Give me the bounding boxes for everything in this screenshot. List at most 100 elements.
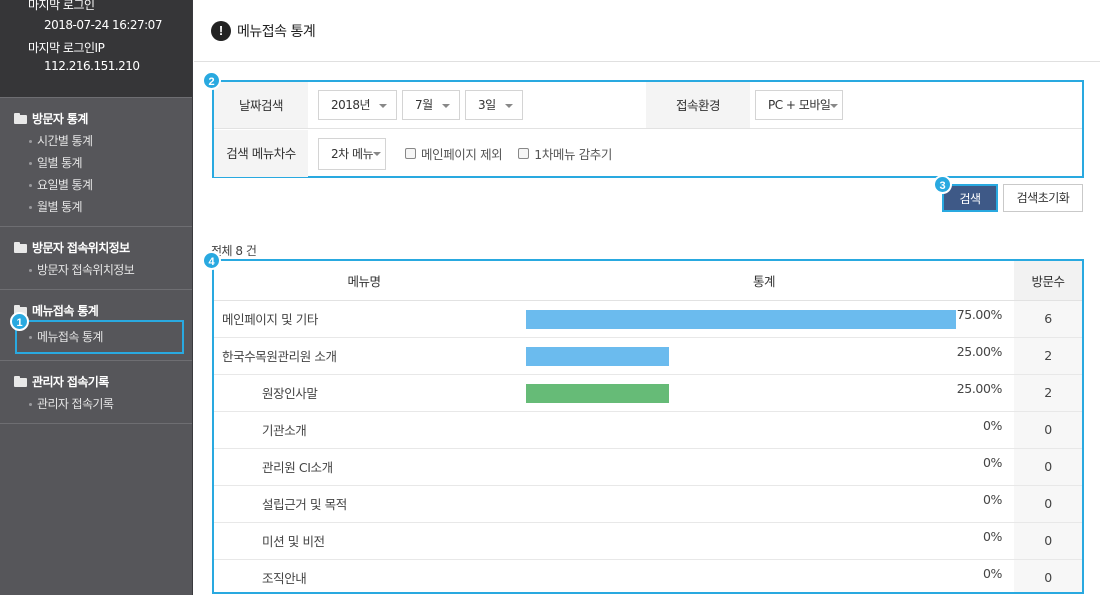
row-menu-name: 기관소개 [214,411,514,449]
sidebar-item-menu-stats[interactable]: 메뉴접속 통계 [15,320,184,354]
stats-table-body: 메인페이지 및 기타 75.00% 6 한국수목원관리원 소개 25.00% 2 원장인사말… [214,300,1082,592]
search-panel: 날짜검색 2018년 7월 3일 접속환경 PC + 모바일 검색 메뉴차수 2… [212,80,1084,178]
page-header: ! 메뉴접속 통계 [194,0,1100,62]
row-stats: 25.00% [514,337,1014,375]
stats-bar [526,346,669,366]
stats-bar [526,383,669,403]
row-stats: 0% [514,522,1014,560]
sidebar-item-visitor-location[interactable]: 방문자 접속위치정보 [0,259,192,281]
stats-percent: 0% [982,565,1002,581]
month-select-value: 7월 [415,98,433,112]
stats-bar [526,309,956,329]
day-select[interactable]: 3일 [465,90,523,120]
chevron-down-icon [505,104,513,108]
stats-percent: 75.00% [956,306,1003,322]
menu-head-visitor-stats[interactable]: 방문자 통계 [0,108,192,130]
depth-select[interactable]: 2차 메뉴 [318,137,386,170]
year-select[interactable]: 2018년 [318,90,397,120]
row-menu-name: 관리원 CI소개 [214,448,514,486]
table-row: 관리원 CI소개 0% 0 [214,448,1082,486]
row-visit-count: 2 [1014,337,1082,375]
sidebar-item-admin-log[interactable]: 관리자 접속기록 [0,393,192,415]
last-ip-label: 마지막 로그인IP [28,41,105,55]
menu-group-admin-log: 관리자 접속기록 관리자 접속기록 [0,360,192,424]
menu-head-admin-log[interactable]: 관리자 접속기록 [0,371,192,393]
table-row: 원장인사말 25.00% 2 [214,374,1082,412]
row-menu-name: 미션 및 비전 [214,522,514,560]
hide-first-label: 1차메뉴 감추기 [534,147,613,162]
sidebar-item-hourly[interactable]: 시간별 통계 [0,130,192,152]
row-visit-count: 6 [1014,300,1082,338]
chevron-down-icon [373,151,381,156]
sidebar-item-daily[interactable]: 일별 통계 [0,152,192,174]
row-menu-name: 메인페이지 및 기타 [214,300,514,338]
row-menu-name: 한국수목원관리원 소개 [214,337,514,375]
step-badge-3: 3 [933,175,952,194]
row-menu-name: 설립근거 및 목적 [214,485,514,523]
folder-icon [14,375,27,387]
header-menu-name: 메뉴명 [214,261,514,301]
year-select-value: 2018년 [331,98,371,112]
table-header-row: 메뉴명 통계 방문수 [214,261,1082,301]
env-select-value: PC + 모바일 [768,98,831,112]
date-search-label: 날짜검색 [214,82,308,128]
page-title: 메뉴접속 통계 [237,23,316,40]
exclude-main-label: 메인페이지 제외 [421,147,503,162]
stats-table: 메뉴명 통계 방문수 메인페이지 및 기타 75.00% 6 한국수목원관리원 소개 2… [214,261,1082,592]
day-select-value: 3일 [478,98,496,112]
step-badge-4: 4 [202,251,221,270]
menu-head-label: 방문자 통계 [32,112,88,126]
chevron-down-icon [379,104,387,108]
row-stats: 0% [514,448,1014,486]
stats-percent: 25.00% [956,343,1003,359]
checkbox-icon[interactable] [518,148,530,159]
stats-percent: 0% [982,454,1002,470]
stats-percent: 0% [982,528,1002,544]
row-stats: 25.00% [514,374,1014,412]
menu-group-visitor-location: 방문자 접속위치정보 방문자 접속위치정보 [0,226,192,289]
row-visit-count: 0 [1014,485,1082,523]
table-row: 한국수목원관리원 소개 25.00% 2 [214,337,1082,375]
chevron-down-icon [442,104,450,108]
menu-head-visitor-location[interactable]: 방문자 접속위치정보 [0,237,192,259]
hide-first-checkbox[interactable]: 1차메뉴 감추기 [518,144,612,163]
row-stats: 0% [514,411,1014,449]
checkbox-icon[interactable] [405,148,416,159]
header-visit-count: 방문수 [1014,261,1082,301]
folder-icon [14,112,27,124]
sidebar-item-weekday[interactable]: 요일별 통계 [0,174,192,196]
folder-icon [14,241,27,253]
table-row: 기관소개 0% 0 [214,411,1082,449]
search-row-depth: 검색 메뉴차수 2차 메뉴 메인페이지 제외 1차메뉴 감추기 [214,130,1082,177]
menu-head-label: 방문자 접속위치정보 [32,241,130,255]
sidebar: 마지막 로그인 2018-07-24 16:27:07 마지막 로그인IP 11… [0,0,193,595]
month-select[interactable]: 7월 [402,90,460,120]
search-row-date: 날짜검색 2018년 7월 3일 접속환경 PC + 모바일 [214,82,1082,129]
stats-percent: 25.00% [956,380,1003,396]
depth-select-value: 2차 메뉴 [331,146,374,161]
stats-table-panel: 메뉴명 통계 방문수 메인페이지 및 기타 75.00% 6 한국수목원관리원 소개 2… [212,259,1084,594]
sidebar-item-monthly[interactable]: 월별 통계 [0,196,192,218]
menu-head-label: 관리자 접속기록 [32,375,109,389]
row-visit-count: 0 [1014,448,1082,486]
row-menu-name: 조직안내 [214,559,514,592]
table-row: 설립근거 및 목적 0% 0 [214,485,1082,523]
last-ip-value: 112.216.151.210 [44,59,140,73]
table-row: 조직안내 0% 0 [214,559,1082,592]
menu-group-menu-stats: 메뉴접속 통계 메뉴접속 통계 [0,289,192,360]
menu-head-label: 메뉴접속 통계 [32,304,99,318]
row-visit-count: 0 [1014,522,1082,560]
row-menu-name: 원장인사말 [214,374,514,412]
last-login-value: 2018-07-24 16:27:07 [44,18,162,32]
row-stats: 75.00% [514,300,1014,338]
row-stats: 0% [514,559,1014,592]
row-visit-count: 2 [1014,374,1082,412]
reset-search-button[interactable]: 검색초기화 [1003,184,1083,212]
row-visit-count: 0 [1014,411,1082,449]
exclude-main-checkbox[interactable]: 메인페이지 제외 [405,144,503,163]
main-content: ! 메뉴접속 통계 2 날짜검색 2018년 7월 3일 접속환경 PC + 모… [194,0,1100,595]
table-row: 메인페이지 및 기타 75.00% 6 [214,300,1082,338]
env-select[interactable]: PC + 모바일 [755,90,843,120]
stats-percent: 0% [982,417,1002,433]
login-info: 마지막 로그인 2018-07-24 16:27:07 마지막 로그인IP 11… [0,0,192,97]
